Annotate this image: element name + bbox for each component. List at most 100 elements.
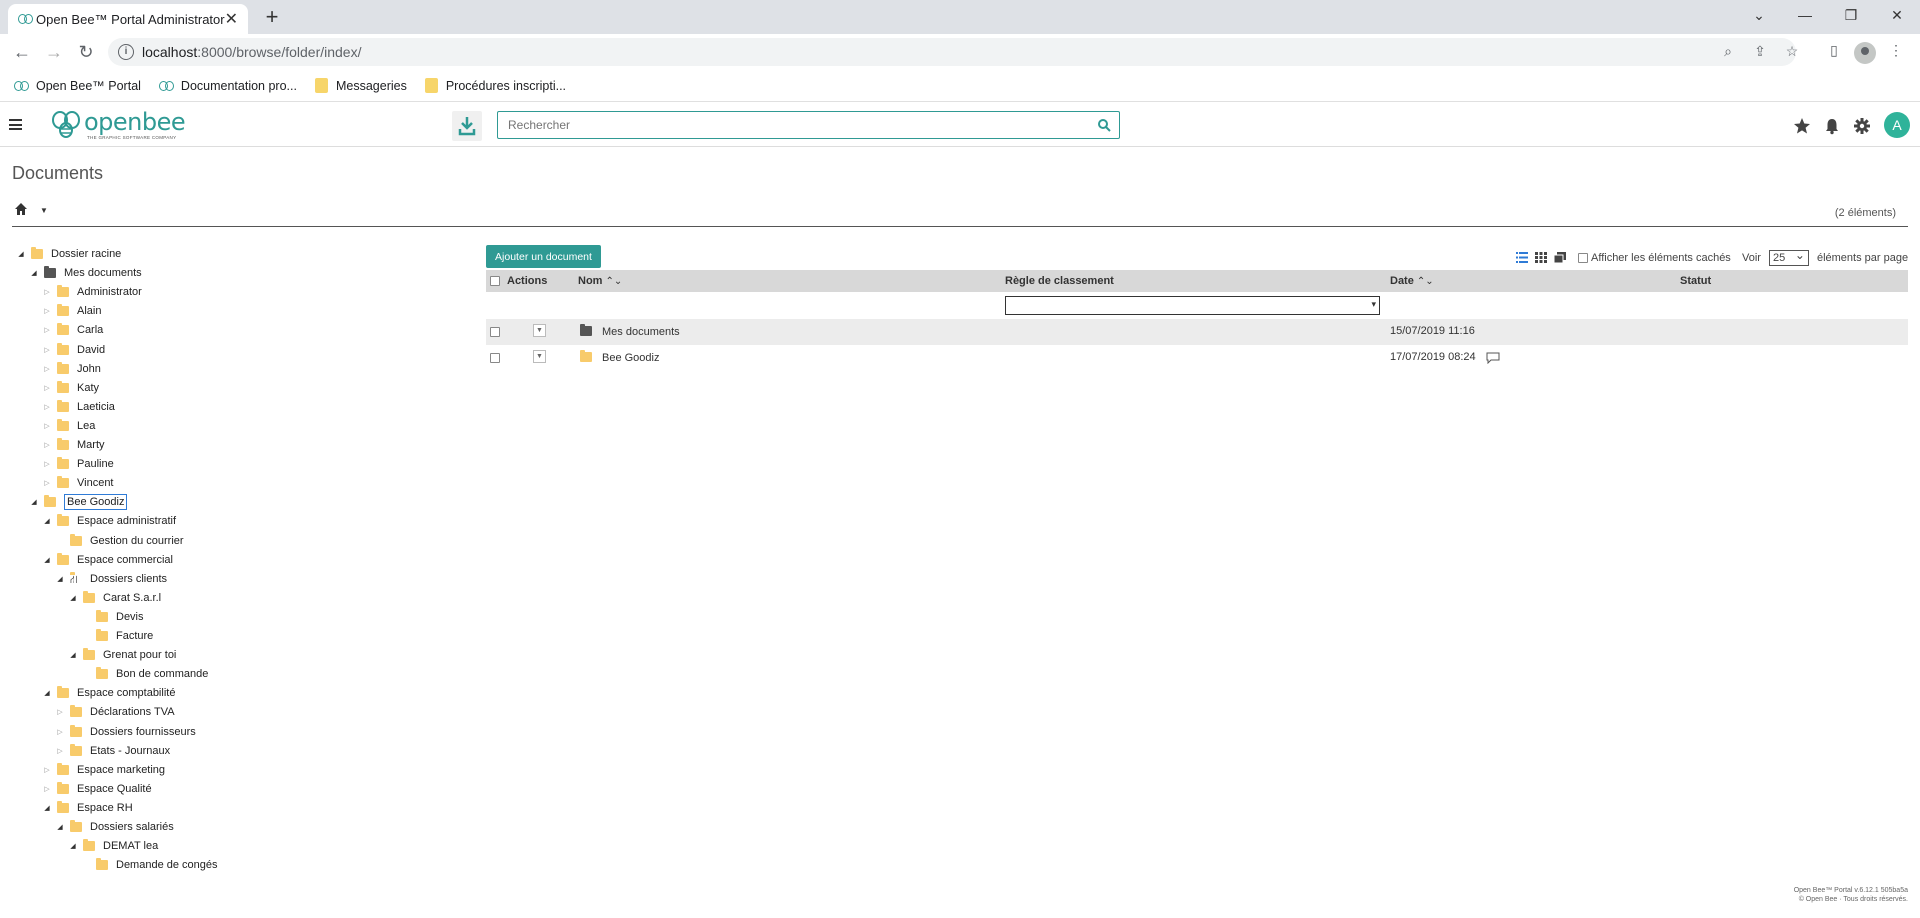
tree-node[interactable]: ▷ Lea (42, 417, 95, 435)
settings-gear-icon[interactable] (1853, 117, 1871, 135)
expand-icon[interactable]: ▷ (42, 460, 52, 468)
row-name[interactable]: Mes documents (602, 326, 680, 338)
bookmark-item[interactable]: Open Bee™ Portal (14, 79, 141, 93)
collapse-icon[interactable]: ◢ (42, 517, 52, 525)
address-bar[interactable]: i localhost:8000/browse/folder/index/ ⌕ … (108, 38, 1798, 66)
tree-node-label[interactable]: Facture (116, 630, 153, 642)
sidepanel-icon[interactable]: ▯ (1824, 42, 1844, 62)
tree-node[interactable]: ◢ Dossiers salariés (55, 818, 174, 836)
collapse-icon[interactable]: ◢ (16, 250, 26, 258)
tree-node-label[interactable]: Carat S.a.r.l (103, 592, 161, 604)
show-hidden-toggle[interactable]: Afficher les éléments cachés (1578, 252, 1731, 264)
tree-node[interactable]: ◢ ⛙ Dossiers clients (55, 570, 167, 588)
tree-node[interactable]: ▷ Laeticia (42, 398, 115, 416)
tree-node-label[interactable]: Espace commercial (77, 554, 173, 566)
bookmark-item[interactable]: Procédures inscripti... (424, 78, 566, 93)
collapse-icon[interactable]: ◢ (68, 651, 78, 659)
tree-node[interactable]: ◢ Espace RH (42, 799, 133, 817)
site-info-icon[interactable]: i (118, 44, 134, 60)
tree-node-label[interactable]: Laeticia (77, 401, 115, 413)
menu-kebab-icon[interactable]: ⋮ (1886, 42, 1906, 62)
tree-node-label[interactable]: Pauline (77, 458, 114, 470)
tree-node-label[interactable]: Espace RH (77, 802, 133, 814)
close-tab-icon[interactable]: ✕ (225, 9, 238, 29)
row-checkbox[interactable] (490, 353, 500, 363)
tree-node-label[interactable]: Lea (77, 420, 95, 432)
sort-icon[interactable]: ⌃⌄ (606, 276, 623, 287)
tree-node-label[interactable]: Espace Qualité (77, 783, 152, 795)
tree-node-label[interactable]: Dossier racine (51, 248, 121, 260)
tab-search-icon[interactable]: ⌄ (1736, 0, 1782, 30)
collapse-icon[interactable]: ◢ (68, 842, 78, 850)
restore-button[interactable]: ❐ (1828, 0, 1874, 30)
expand-icon[interactable]: ▷ (42, 326, 52, 334)
tree-node[interactable]: ▷ Vincent (42, 474, 114, 492)
tree-node[interactable]: ▷ Administrator (42, 283, 142, 301)
tree-node-label[interactable]: Alain (77, 305, 101, 317)
close-window-button[interactable]: ✕ (1874, 0, 1920, 30)
tree-node-label[interactable]: David (77, 344, 105, 356)
collapse-icon[interactable]: ◢ (29, 269, 39, 277)
tree-node-label[interactable]: Gestion du courrier (90, 535, 184, 547)
expand-icon[interactable]: ▷ (42, 441, 52, 449)
zoom-icon[interactable]: ⌕ (1718, 43, 1738, 61)
tree-node[interactable]: ▷ Espace Qualité (42, 780, 152, 798)
expand-icon[interactable]: ▷ (42, 307, 52, 315)
expand-icon[interactable]: ▷ (42, 384, 52, 392)
tree-node[interactable]: Demande de congés (81, 856, 218, 874)
tree-node-label[interactable]: John (77, 363, 101, 375)
grid-view-icon[interactable] (1535, 252, 1547, 263)
sort-icon[interactable]: ⌃⌄ (1417, 276, 1434, 287)
page-size-select[interactable]: 25 (1768, 248, 1809, 266)
home-icon[interactable] (14, 202, 28, 216)
expand-icon[interactable]: ▷ (42, 403, 52, 411)
gallery-view-icon[interactable] (1554, 252, 1566, 263)
comment-icon[interactable] (1486, 352, 1500, 364)
tree-node-label[interactable]: Espace administratif (77, 515, 176, 527)
new-tab-button[interactable]: + (258, 4, 286, 32)
add-document-button[interactable]: Ajouter un document (486, 245, 601, 268)
expand-icon[interactable]: ▷ (55, 728, 65, 736)
tree-node[interactable]: ◢ DEMAT lea (68, 837, 158, 855)
tree-node-label[interactable]: Administrator (77, 286, 142, 298)
share-icon[interactable]: ⇪ (1750, 43, 1770, 61)
tree-node-label[interactable]: Espace comptabilité (77, 687, 175, 699)
openbee-logo[interactable]: openbee THE GRAPHIC SOFTWARE COMPANY (50, 106, 186, 142)
row-actions-dropdown[interactable]: ▼ (533, 350, 546, 363)
hamburger-menu-icon[interactable] (9, 119, 22, 130)
tree-node-label[interactable]: Demande de congés (116, 859, 218, 871)
collapse-icon[interactable]: ◢ (68, 594, 78, 602)
back-button[interactable]: ← (8, 38, 36, 66)
tree-node[interactable]: ▷ Etats - Journaux (55, 742, 170, 760)
tree-node[interactable]: ▷ Dossiers fournisseurs (55, 723, 196, 741)
tree-node-label[interactable]: Katy (77, 382, 99, 394)
collapse-icon[interactable]: ◢ (29, 498, 39, 506)
browser-tab[interactable]: Open Bee™ Portal Administrator ✕ (8, 4, 248, 34)
tree-node-label[interactable]: Déclarations TVA (90, 706, 175, 718)
row-checkbox[interactable] (490, 327, 500, 337)
show-hidden-checkbox[interactable] (1578, 253, 1588, 263)
user-avatar[interactable]: A (1884, 112, 1910, 138)
tree-node[interactable]: ◢ Espace comptabilité (42, 684, 175, 702)
tree-node[interactable]: ▷ Déclarations TVA (55, 703, 175, 721)
tree-node-label[interactable]: Espace marketing (77, 764, 165, 776)
tree-node[interactable]: Gestion du courrier (55, 532, 184, 550)
list-view-icon[interactable] (1516, 252, 1528, 263)
collapse-icon[interactable]: ◢ (42, 556, 52, 564)
tree-node[interactable]: ◢ Grenat pour toi (68, 646, 176, 664)
tree-node[interactable]: ▷ David (42, 341, 105, 359)
tree-node[interactable]: ▷ Katy (42, 379, 99, 397)
column-name[interactable]: Nom ⌃⌄ (578, 275, 622, 287)
row-name[interactable]: Bee Goodiz (602, 352, 659, 364)
expand-icon[interactable]: ▷ (42, 365, 52, 373)
tree-node-label[interactable]: Vincent (77, 477, 114, 489)
tree-node-label[interactable]: Etats - Journaux (90, 745, 170, 757)
tree-node[interactable]: ▷ Alain (42, 302, 101, 320)
search-box[interactable] (497, 111, 1120, 139)
tree-node[interactable]: ▷ John (42, 360, 101, 378)
reload-button[interactable]: ↻ (72, 38, 100, 66)
tree-node[interactable]: ▷ Marty (42, 436, 105, 454)
favorites-star-icon[interactable] (1793, 117, 1811, 135)
expand-icon[interactable]: ▷ (42, 479, 52, 487)
tree-node[interactable]: ▷ Carla (42, 321, 103, 339)
